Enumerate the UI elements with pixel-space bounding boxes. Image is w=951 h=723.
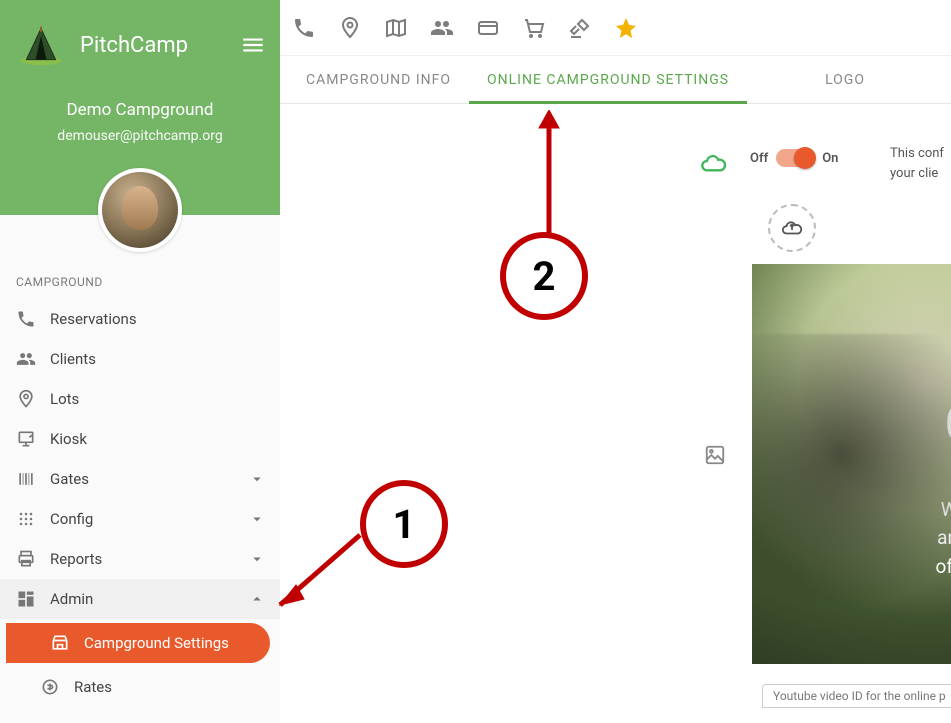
online-toggle[interactable]: Off On — [750, 149, 838, 167]
sidebar-item-reservations[interactable]: Reservations — [0, 299, 280, 339]
tab-label: LOGO — [825, 72, 865, 88]
hero-image: Aw Cam We invite you t and meet us pe of… — [752, 264, 951, 664]
hero-line: and meet us pe — [937, 526, 951, 549]
sidebar-item-label: Kiosk — [50, 430, 87, 448]
config-line: your clie — [890, 164, 944, 184]
card-icon[interactable] — [476, 16, 500, 40]
tab-campground-info[interactable]: CAMPGROUND INFO — [288, 56, 469, 103]
coin-icon — [40, 677, 60, 697]
sidebar-item-clients[interactable]: Clients — [0, 339, 280, 379]
menu-toggle-icon[interactable] — [238, 30, 268, 60]
sidebar-item-label: Admin — [50, 590, 93, 608]
pin-icon — [16, 389, 36, 409]
dashboard-icon — [16, 589, 36, 609]
toggle-off-label: Off — [750, 151, 768, 166]
kiosk-icon — [16, 429, 36, 449]
subitem-campground-settings[interactable]: Campground Settings — [6, 623, 270, 663]
cloud-icon — [700, 154, 728, 174]
image-placeholder-icon — [704, 444, 726, 466]
avatar[interactable] — [98, 168, 182, 252]
store-icon — [50, 633, 70, 653]
sidebar-item-label: Reports — [50, 550, 102, 568]
hero-title-2: Cam — [944, 394, 951, 456]
config-line: This conf — [890, 144, 944, 164]
brand-title: PitchCamp — [80, 33, 188, 58]
account-email: demouser@pitchcamp.org — [16, 128, 264, 144]
annotation-number: 2 — [533, 253, 556, 300]
toggle-switch[interactable] — [776, 149, 814, 167]
grid-icon — [16, 509, 36, 529]
star-icon[interactable] — [614, 16, 638, 40]
sidebar-item-label: Clients — [50, 350, 96, 368]
account-name: Demo Campground — [16, 100, 264, 120]
nav-list: Reservations Clients Lots Kiosk Gates — [0, 299, 280, 619]
nav-section-label: CAMPGROUND — [0, 263, 280, 299]
annotation-2: 2 — [500, 232, 588, 320]
phone-icon[interactable] — [292, 16, 316, 40]
people-icon — [16, 349, 36, 369]
youtube-label: Youtube video ID for the online p — [773, 689, 946, 703]
barcode-icon — [16, 469, 36, 489]
tab-label: ONLINE CAMPGROUND SETTINGS — [487, 72, 729, 88]
subitem-rates[interactable]: Rates — [0, 667, 280, 707]
upload-logo-button[interactable] — [768, 204, 816, 252]
tab-label: CAMPGROUND INFO — [306, 72, 451, 88]
tab-online-settings[interactable]: ONLINE CAMPGROUND SETTINGS — [469, 56, 747, 103]
people-icon[interactable] — [430, 16, 454, 40]
toolbar — [280, 0, 951, 56]
admin-sublist: Campground Settings Rates — [0, 619, 280, 707]
hero-paragraph: We invite you t and meet us pe of employ… — [926, 496, 951, 582]
sidebar-item-gates[interactable]: Gates — [0, 459, 280, 499]
content-area: Off On This conf your clie Aw Cam We inv… — [280, 104, 951, 723]
pin-icon[interactable] — [338, 16, 362, 40]
sidebar-item-lots[interactable]: Lots — [0, 379, 280, 419]
cart-icon[interactable] — [522, 16, 546, 40]
subitem-label: Rates — [74, 678, 112, 696]
youtube-id-field[interactable]: Youtube video ID for the online p — [762, 684, 951, 708]
hero-line: We invite you t — [941, 498, 951, 521]
sidebar-item-label: Lots — [50, 390, 79, 408]
annotation-number: 1 — [393, 501, 416, 548]
annotation-1: 1 — [360, 480, 448, 568]
sidebar-item-reports[interactable]: Reports — [0, 539, 280, 579]
gavel-icon[interactable] — [568, 16, 592, 40]
subitem-label: Campground Settings — [84, 634, 229, 652]
tab-logo[interactable]: LOGO — [807, 56, 883, 103]
sidebar-item-label: Config — [50, 510, 93, 528]
main-area: CAMPGROUND INFO ONLINE CAMPGROUND SETTIN… — [280, 0, 951, 723]
sidebar-item-config[interactable]: Config — [0, 499, 280, 539]
tab-bar: CAMPGROUND INFO ONLINE CAMPGROUND SETTIN… — [280, 56, 951, 104]
sidebar-item-admin[interactable]: Admin — [0, 579, 280, 619]
brand-row: PitchCamp — [16, 20, 264, 70]
toggle-on-label: On — [822, 151, 838, 166]
map-icon[interactable] — [384, 16, 408, 40]
brand-logo — [16, 20, 66, 70]
print-icon — [16, 549, 36, 569]
sidebar-item-kiosk[interactable]: Kiosk — [0, 419, 280, 459]
sidebar: PitchCamp Demo Campground demouser@pitch… — [0, 0, 280, 723]
sidebar-item-label: Reservations — [50, 310, 137, 328]
sidebar-item-label: Gates — [50, 470, 89, 488]
tab-seasonal[interactable]: SEASONAL — [943, 56, 951, 103]
hero-line: of employees, it — [936, 555, 951, 578]
config-description: This conf your clie — [890, 144, 944, 183]
chevron-down-icon — [248, 470, 266, 488]
phone-icon — [16, 309, 36, 329]
sidebar-header: PitchCamp Demo Campground demouser@pitch… — [0, 0, 280, 215]
